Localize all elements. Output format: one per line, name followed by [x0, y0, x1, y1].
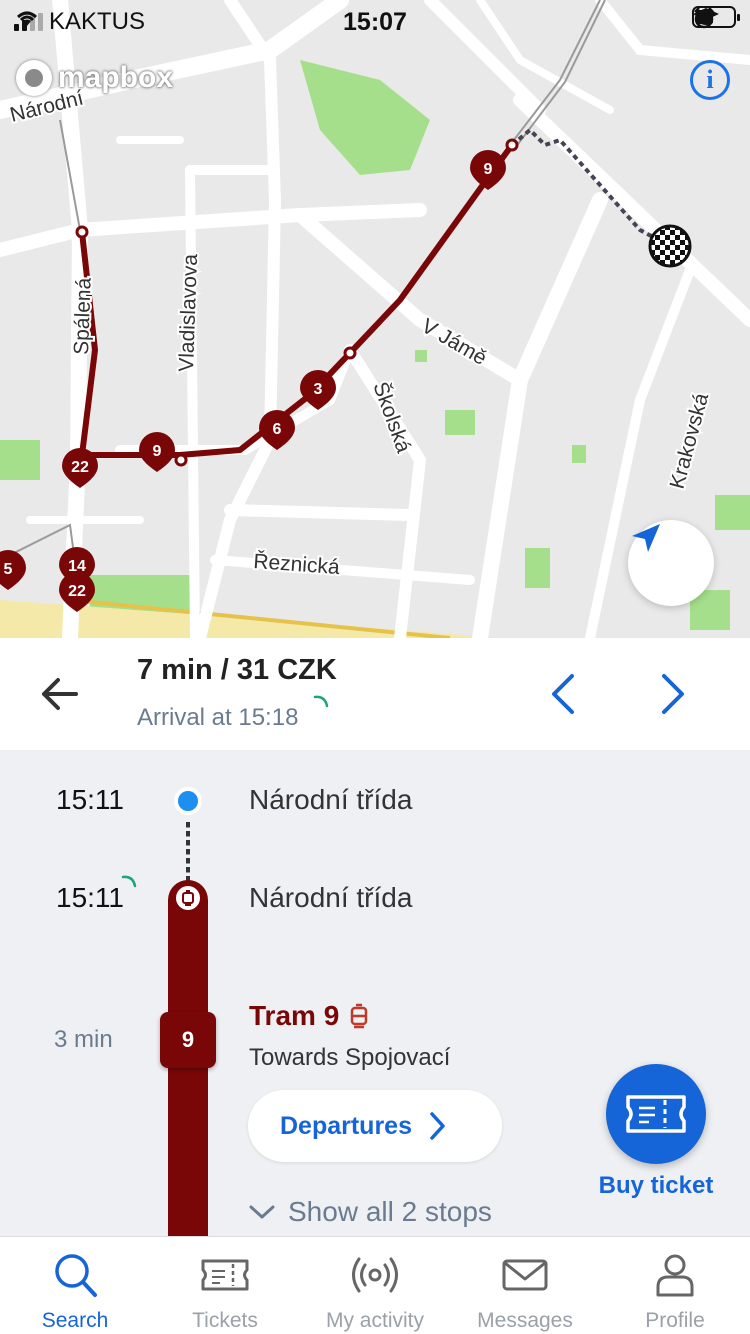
locate-me-button[interactable] — [628, 520, 714, 606]
route-summary: 7 min / 31 CZK — [137, 654, 337, 686]
back-arrow-button[interactable] — [36, 670, 84, 718]
chevron-down-icon — [249, 1205, 275, 1219]
tab-tickets[interactable]: Tickets — [150, 1237, 300, 1334]
route-marker[interactable]: 22 — [62, 448, 98, 488]
tab-label: My activity — [325, 1309, 424, 1332]
tab-messages[interactable]: Messages — [450, 1237, 600, 1334]
tab-label: Profile — [645, 1309, 705, 1332]
tab-bar: Search Tickets My activity Messages Prof… — [0, 1236, 750, 1334]
street-label: Krakovská — [666, 390, 714, 491]
show-stops-label: Show all 2 stops — [288, 1196, 492, 1227]
street-label: Spálená — [70, 277, 96, 355]
status-icons — [692, 6, 740, 29]
tram-route — [79, 143, 515, 458]
navigation-arrow-icon — [632, 524, 660, 552]
walk-line — [186, 822, 190, 882]
leg-title-text: Tram 9 — [249, 1000, 340, 1031]
route-marker-label: 5 — [4, 561, 13, 578]
route-marker[interactable]: 5 — [0, 550, 26, 590]
departures-label: Departures — [280, 1111, 412, 1140]
leg-title: Tram 9 — [249, 1000, 369, 1032]
realtime-icon — [121, 875, 137, 888]
board-stop: Národní třída — [249, 882, 413, 913]
route-marker-label: 9 — [153, 443, 162, 460]
mapbox-logo: mapbox — [16, 60, 173, 96]
street-label: Řeznická — [253, 550, 341, 579]
start-stop: Národní třída — [249, 784, 413, 815]
leg-direction: Towards Spojovací — [249, 1044, 451, 1071]
route-marker-label: 9 — [484, 161, 493, 178]
previous-route-button[interactable] — [540, 668, 586, 720]
clock: 15:07 — [343, 8, 407, 36]
ticket-icon — [626, 1095, 686, 1133]
tab-label: Search — [41, 1309, 109, 1332]
buy-ticket-circle[interactable] — [606, 1064, 706, 1164]
start-dot — [174, 787, 202, 815]
info-button[interactable]: i — [690, 60, 730, 100]
street-label: V Jámě — [418, 314, 491, 370]
tab-my-activity[interactable]: My activity — [300, 1237, 450, 1334]
street-label: Školská — [368, 379, 415, 456]
board-time: 15:11 — [56, 882, 124, 913]
route-marker-label: 22 — [71, 459, 89, 476]
show-stops-toggle[interactable]: Show all 2 stops — [248, 1196, 492, 1228]
destination-flag-icon[interactable] — [648, 224, 692, 268]
buy-ticket-button[interactable]: Buy ticket — [590, 1064, 722, 1200]
leg-duration: 3 min — [54, 1026, 113, 1053]
start-time: 15:11 — [56, 784, 124, 815]
envelope-icon — [502, 1259, 548, 1291]
street-label: Vladislavova — [175, 253, 202, 372]
map-view[interactable]: 9 3 6 9 22 14 22 5 Národní Spálená Vladislavova V … — [0, 0, 750, 638]
realtime-icon — [313, 695, 329, 708]
tab-profile[interactable]: Profile — [600, 1237, 750, 1334]
person-icon — [656, 1254, 694, 1297]
route-marker[interactable]: 9 — [470, 150, 506, 190]
battery-icon — [692, 6, 740, 28]
tab-label: Tickets — [192, 1309, 258, 1332]
activity-icon — [352, 1257, 398, 1293]
next-route-button[interactable] — [650, 668, 696, 720]
route-marker-label: 6 — [273, 421, 282, 438]
buy-ticket-label: Buy ticket — [598, 1172, 714, 1199]
route-marker-label: 22 — [68, 583, 86, 600]
arrival-time: Arrival at 15:18 — [137, 704, 299, 731]
route-header: 7 min / 31 CZK Arrival at 15:18 — [0, 638, 750, 750]
ticket-icon — [201, 1259, 249, 1291]
chevron-right-icon — [430, 1112, 445, 1140]
search-icon — [55, 1254, 97, 1297]
departures-button[interactable]: Departures — [248, 1090, 502, 1162]
tram-stop-icon — [176, 886, 200, 910]
route-marker-label: 3 — [314, 381, 323, 398]
mapbox-logo-text: mapbox — [58, 61, 174, 94]
status-bar: KAKTUS 15:07 — [0, 0, 750, 42]
tab-label: Messages — [477, 1309, 573, 1332]
tab-search[interactable]: Search — [0, 1237, 150, 1334]
route-marker[interactable]: 9 — [139, 432, 175, 472]
tram-icon — [351, 1003, 368, 1029]
line-badge: 9 — [160, 1012, 216, 1068]
mapbox-logo-icon — [16, 60, 52, 96]
